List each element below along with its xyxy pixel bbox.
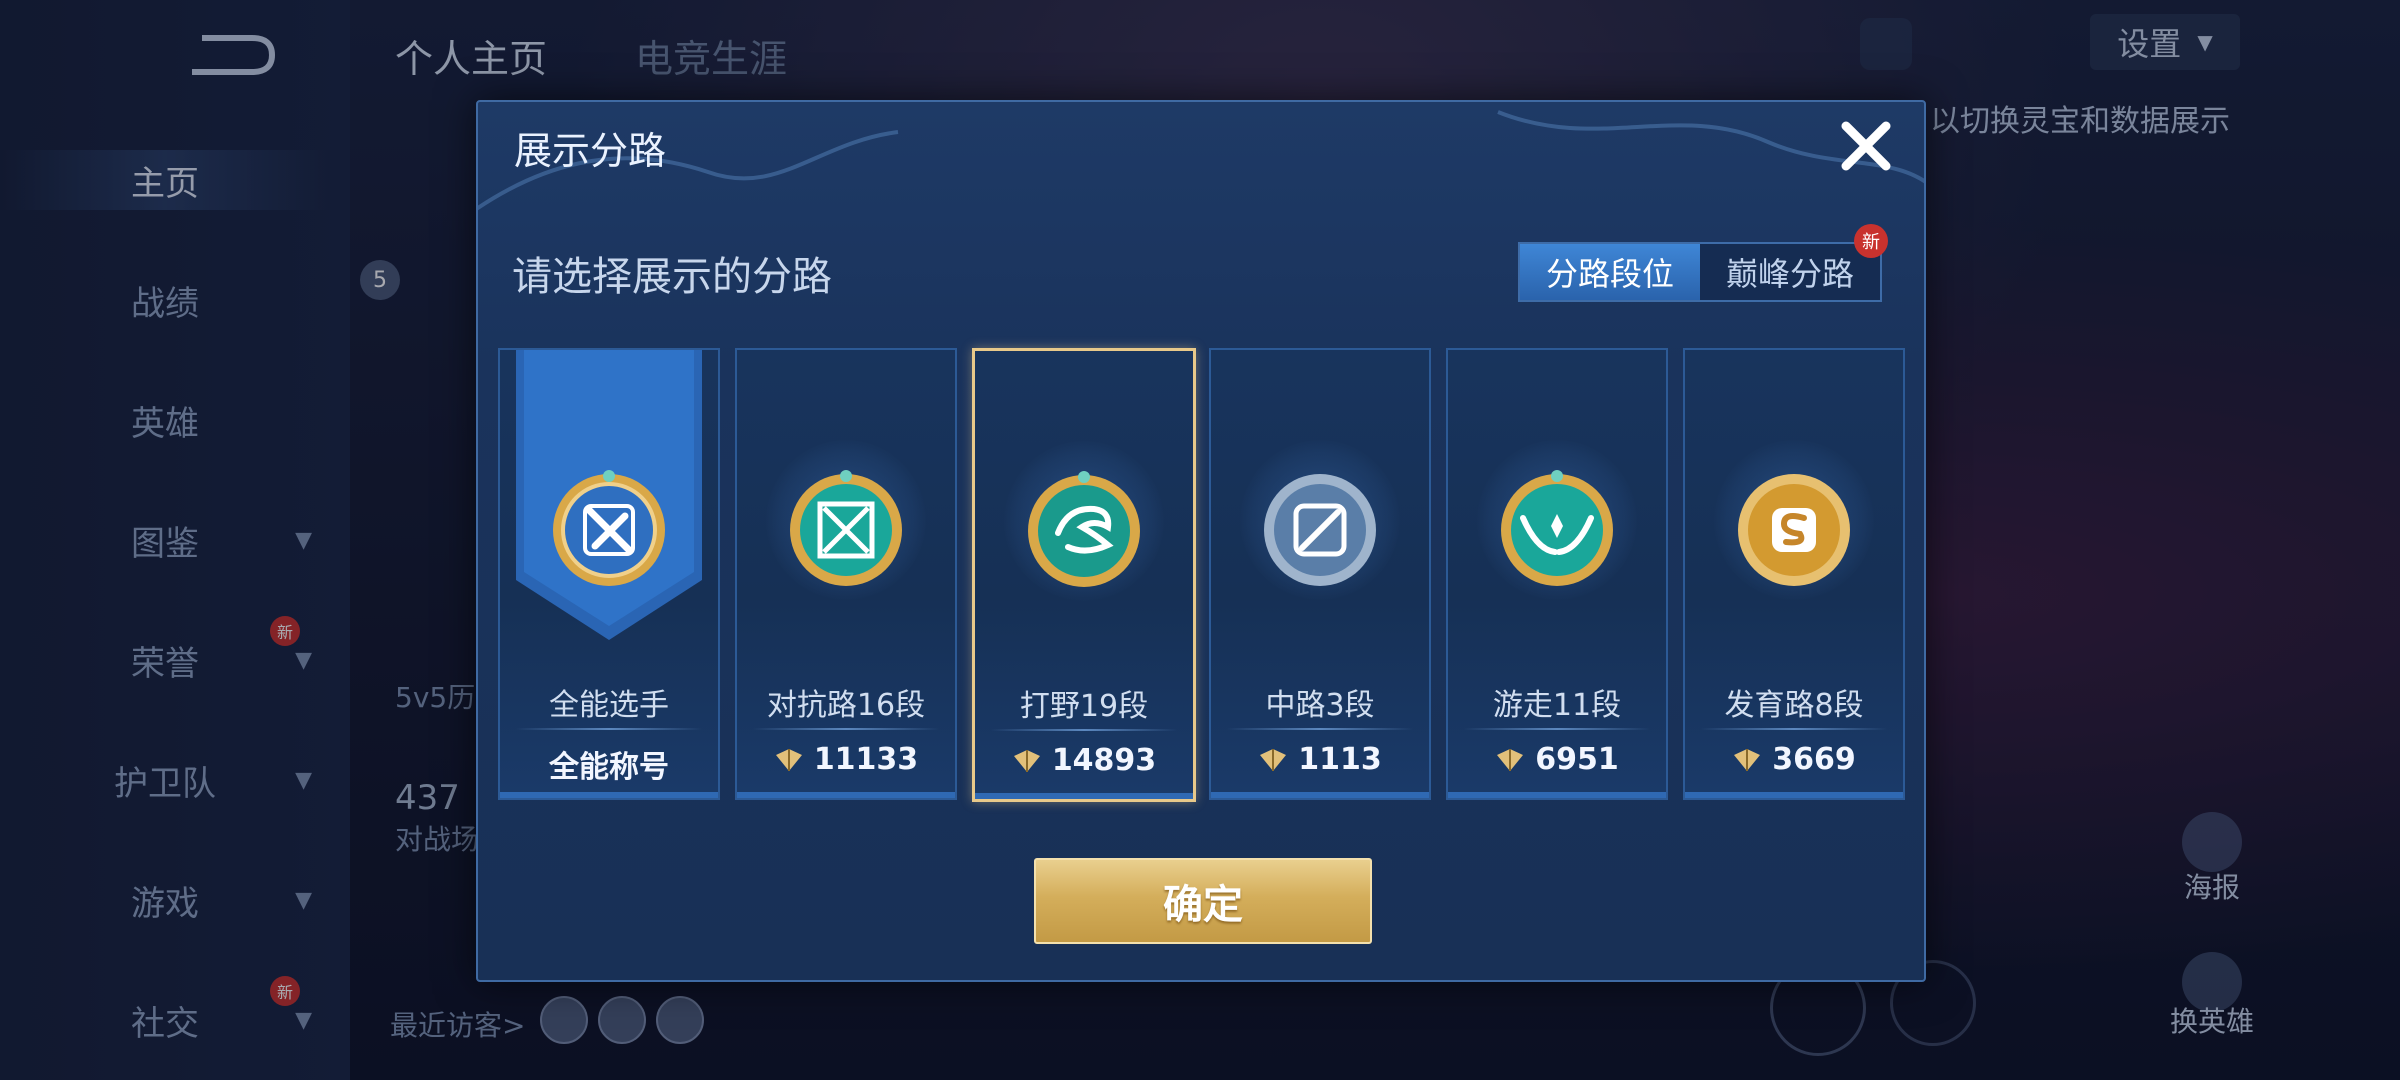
power-score-icon: [775, 748, 802, 771]
new-badge: 新: [1854, 224, 1888, 258]
mid-lane-emblem-icon: [1260, 470, 1380, 590]
lane-card-list: 全能选手 全能称号 对抗路16段 11133 打野19段 14893 中路3段 …: [498, 348, 1905, 802]
power-score-value: 11133: [813, 742, 919, 777]
power-score-value: 14893: [1051, 743, 1157, 778]
lane-card-score: 11133: [737, 742, 955, 777]
power-score-value: 6951: [1535, 742, 1619, 777]
lane-card-score: 14893: [975, 743, 1193, 778]
power-score-icon: [1260, 748, 1287, 771]
lane-card-label: 中路3段: [1265, 688, 1375, 723]
power-score-icon: [1497, 748, 1524, 771]
lane-card-score: 1113: [1211, 742, 1429, 777]
lane-display-dialog: 展示分路 请选择展示的分路 分路段位 巅峰分路 新 全能选手 全能称号 对抗路1…: [476, 100, 1926, 982]
decorative-swirl: [478, 110, 1924, 211]
divider: [1227, 728, 1413, 730]
close-icon[interactable]: [1836, 116, 1896, 176]
lane-card-value: 全能称号: [500, 742, 718, 786]
power-score-icon: [1013, 749, 1040, 772]
lane-card-label: 发育路8段: [1724, 688, 1864, 723]
power-score-value: 3669: [1772, 742, 1856, 777]
lane-card-label: 游走11段: [1492, 688, 1622, 723]
lane-card-jungle[interactable]: 打野19段 14893: [972, 348, 1196, 802]
divider: [753, 728, 939, 730]
divider: [737, 792, 955, 798]
clash-lane-emblem-icon: [786, 470, 906, 590]
divider: [1685, 792, 1903, 798]
divider: [1701, 728, 1887, 730]
power-score-value: 1113: [1298, 742, 1382, 777]
lane-card-roam[interactable]: 游走11段 6951: [1446, 348, 1668, 800]
lane-card-score: 6951: [1448, 742, 1666, 777]
divider: [991, 729, 1177, 731]
lane-card-label: 打野19段: [1019, 689, 1149, 724]
divider: [1211, 792, 1429, 798]
lane-card-label: 全能选手: [549, 688, 669, 723]
confirm-button[interactable]: 确定: [1034, 858, 1372, 944]
dialog-subtitle: 请选择展示的分路: [512, 254, 832, 300]
tab-peak-lane-label: 巅峰分路: [1725, 255, 1854, 293]
tab-peak-lane[interactable]: 巅峰分路 新: [1700, 224, 1888, 300]
dialog-title: 展示分路: [514, 129, 667, 173]
lane-card-farm[interactable]: 发育路8段 3669: [1683, 348, 1905, 800]
farm-lane-emblem-icon: [1734, 470, 1854, 590]
lane-card-mid[interactable]: 中路3段 1113: [1209, 348, 1431, 800]
divider: [975, 793, 1193, 799]
divider: [500, 792, 718, 798]
divider: [1448, 792, 1666, 798]
all-rounder-emblem-icon: [549, 470, 669, 590]
lane-card-all-rounder[interactable]: 全能选手 全能称号: [498, 348, 720, 800]
jungle-dragon-emblem-icon: [1024, 471, 1144, 591]
lane-card-score: 3669: [1685, 742, 1903, 777]
title-text: 全能称号: [549, 750, 669, 785]
divider: [516, 728, 702, 730]
power-score-icon: [1734, 748, 1761, 771]
lane-card-clash[interactable]: 对抗路16段 11133: [735, 348, 957, 800]
lane-mode-toggle: 分路段位 巅峰分路 新: [1518, 224, 1888, 302]
lane-card-label: 对抗路16段: [766, 688, 926, 723]
divider: [1464, 728, 1650, 730]
roam-wings-emblem-icon: [1497, 470, 1617, 590]
tab-lane-rank[interactable]: 分路段位: [1520, 244, 1700, 300]
